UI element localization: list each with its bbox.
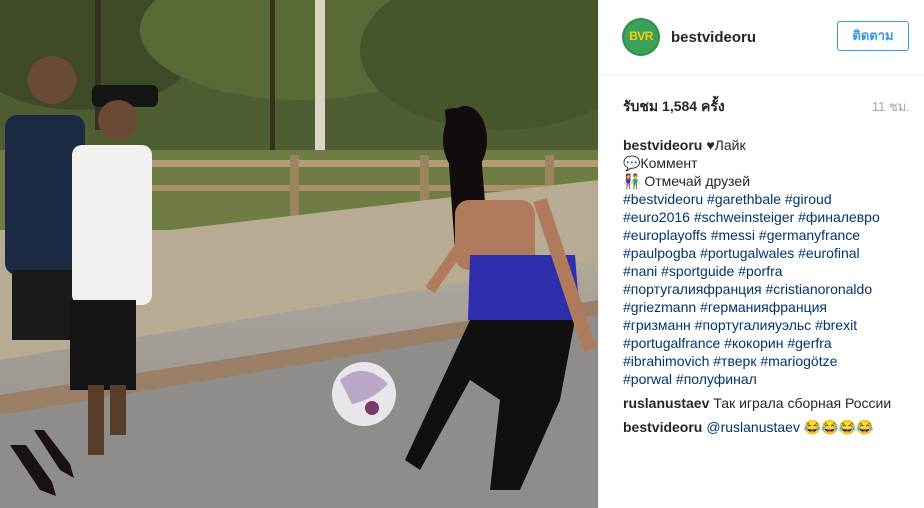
hashtag-line[interactable]: #paulpogba #portugalwales #eurofinal bbox=[623, 244, 919, 262]
hashtag-line[interactable]: #porwal #полуфинал bbox=[623, 370, 919, 388]
post-caption: bestvideoru ♥Лайк 💬Коммент 👫 Отмечай друз… bbox=[623, 136, 919, 388]
hashtag-line[interactable]: #португалияфранция #cristianoronaldo bbox=[623, 280, 919, 298]
video-frame-illustration bbox=[0, 0, 598, 508]
comment-item: ruslanustaev Так играла сборная России bbox=[623, 394, 919, 412]
follow-button[interactable]: ติดตาม bbox=[837, 21, 909, 51]
header-username[interactable]: bestvideoru bbox=[671, 29, 756, 46]
avatar-logo-text: BVR bbox=[629, 29, 653, 43]
avatar[interactable]: BVR bbox=[622, 18, 660, 56]
post-video[interactable] bbox=[0, 0, 598, 508]
post-details-panel: BVR bestvideoru ติดตาม รับชม 1,584 ครั้ง… bbox=[598, 0, 924, 508]
post-time[interactable]: 11 ชม. bbox=[872, 96, 910, 117]
view-count: รับชม 1,584 ครั้ง bbox=[623, 98, 725, 114]
caption-text-tag-friends: 👫 Отмечай друзей bbox=[623, 173, 751, 189]
post-header: BVR bestvideoru ติดตาม bbox=[599, 0, 924, 76]
hashtag-line[interactable]: #europlayoffs #messi #germanyfrance bbox=[623, 226, 919, 244]
hashtag-line[interactable]: #ibrahimovich #тверк #mariogötze bbox=[623, 352, 919, 370]
caption-text-like: ♥Лайк bbox=[706, 137, 746, 153]
hashtag-line[interactable]: #euro2016 #schweinsteiger #финалевро bbox=[623, 208, 919, 226]
caption-first-line: bestvideoru ♥Лайк bbox=[623, 136, 919, 154]
caption-username[interactable]: bestvideoru bbox=[623, 137, 702, 153]
hashtag-line[interactable]: #griezmann #германияфранция bbox=[623, 298, 919, 316]
comment-text: 😂😂😂😂 bbox=[803, 419, 874, 435]
comment-mention[interactable]: @ruslanustaev bbox=[706, 419, 800, 435]
comment-username[interactable]: ruslanustaev bbox=[623, 395, 709, 411]
comment-item: bestvideoru @ruslanustaev 😂😂😂😂 bbox=[623, 418, 919, 436]
hashtag-line[interactable]: #гризманн #португалияуэльс #brexit bbox=[623, 316, 919, 334]
hashtag-line[interactable]: #portugalfrance #кокорин #gerfra bbox=[623, 334, 919, 352]
hashtag-line[interactable]: #bestvideoru #garethbale #giroud bbox=[623, 190, 919, 208]
caption-text-comment: 💬Коммент bbox=[623, 155, 698, 171]
hashtag-line[interactable]: #nani #sportguide #porfra bbox=[623, 262, 919, 280]
comment-username[interactable]: bestvideoru bbox=[623, 419, 702, 435]
comment-text: Так играла сборная России bbox=[713, 395, 892, 411]
